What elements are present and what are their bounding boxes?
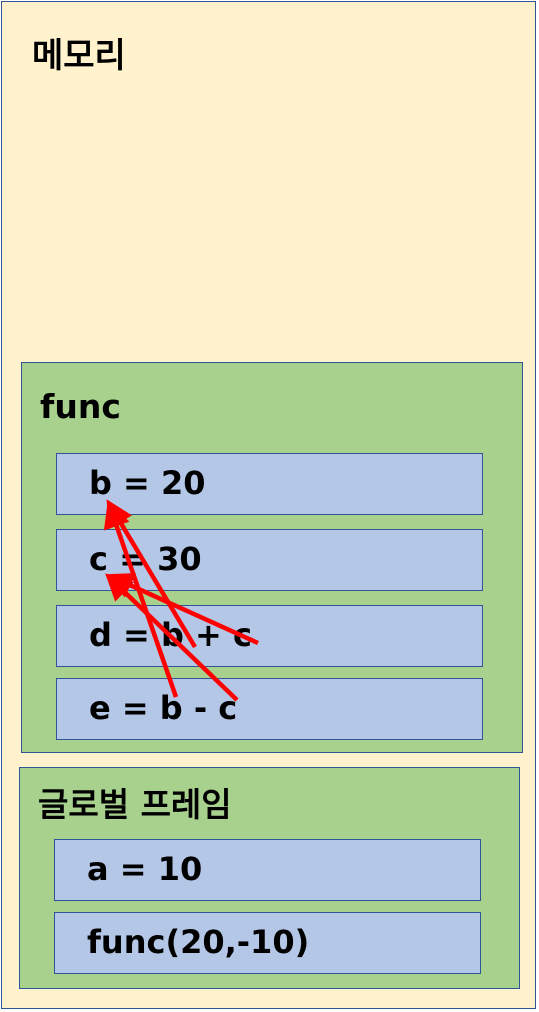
- func-frame-title: func: [40, 387, 121, 426]
- var-b: b = 20: [56, 453, 483, 515]
- var-d: d = b + c: [56, 605, 483, 667]
- var-c: c = 30: [56, 529, 483, 591]
- var-e: e = b - c: [56, 678, 483, 740]
- func-call: func(20,-10): [54, 912, 481, 974]
- global-frame-title: 글로벌 프레임: [38, 785, 232, 824]
- var-a: a = 10: [54, 839, 481, 901]
- memory-title: 메모리: [32, 36, 126, 76]
